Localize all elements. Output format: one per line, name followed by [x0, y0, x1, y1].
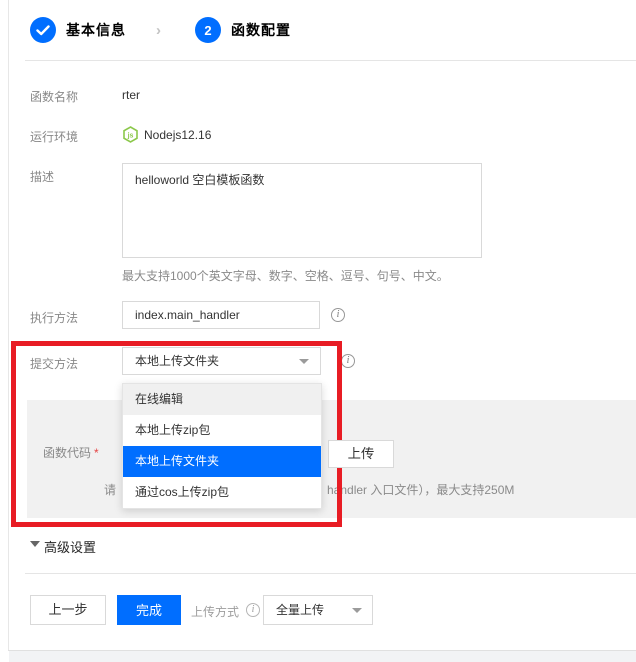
submit-method-info-icon[interactable]: i	[341, 354, 355, 368]
description-label: 描述	[30, 168, 54, 185]
step2-number-circle: 2	[195, 17, 221, 43]
required-asterisk: *	[94, 446, 99, 460]
step1-label: 基本信息	[66, 20, 126, 40]
chevron-down-icon	[299, 359, 309, 364]
runtime-value: Nodejs12.16	[144, 128, 211, 142]
panel-left-border	[8, 0, 9, 651]
function-config-page: 基本信息 › 2 函数配置 函数名称 rter 运行环境 js Nodejs12…	[0, 0, 636, 662]
function-name-value: rter	[122, 88, 140, 102]
handler-input[interactable]: index.main_handler	[122, 301, 320, 329]
header-divider	[25, 60, 636, 61]
code-hint-right-fragment: handler 入口文件），最大支持250M	[327, 481, 514, 498]
dropdown-option-online-edit[interactable]: 在线编辑	[123, 384, 321, 415]
submit-method-label: 提交方法	[30, 355, 78, 372]
function-name-label: 函数名称	[30, 88, 78, 105]
description-textarea[interactable]: helloworld 空白模板函数	[122, 163, 482, 258]
upload-mode-label: 上传方式	[191, 603, 239, 620]
step2-number: 2	[204, 23, 211, 38]
step2-label: 函数配置	[231, 20, 291, 40]
wizard-stepper: 基本信息 › 2 函数配置	[30, 16, 291, 44]
finish-button[interactable]: 完成	[117, 595, 181, 625]
dropdown-option-local-folder[interactable]: 本地上传文件夹	[123, 446, 321, 477]
step1-check-circle	[30, 17, 56, 43]
handler-label: 执行方法	[30, 309, 78, 326]
submit-method-select[interactable]: 本地上传文件夹	[122, 347, 321, 375]
advanced-settings-toggle[interactable]: 高级设置	[44, 537, 96, 556]
runtime-label: 运行环境	[30, 128, 78, 145]
submit-method-selected-value: 本地上传文件夹	[135, 354, 219, 368]
upload-mode-value: 全量上传	[276, 596, 324, 624]
upload-mode-info-icon[interactable]: i	[246, 603, 260, 617]
dropdown-option-local-zip[interactable]: 本地上传zip包	[123, 415, 321, 446]
description-hint: 最大支持1000个英文字母、数字、空格、逗号、句号、中文。	[122, 267, 449, 284]
code-hint-left-fragment: 请	[104, 481, 116, 498]
handler-info-icon[interactable]: i	[331, 308, 345, 322]
page-bottom-strip	[9, 651, 636, 662]
chevron-down-icon	[352, 608, 362, 613]
footer-divider	[25, 573, 636, 574]
upload-mode-select[interactable]: 全量上传	[263, 595, 373, 625]
upload-button[interactable]: 上传	[328, 440, 394, 468]
nodejs-icon: js	[122, 126, 139, 143]
svg-text:js: js	[127, 133, 134, 140]
dropdown-option-cos-zip[interactable]: 通过cos上传zip包	[123, 477, 321, 508]
check-icon	[36, 25, 50, 36]
step-separator-chevron-icon: ›	[156, 22, 161, 39]
previous-step-button[interactable]: 上一步	[30, 595, 106, 625]
submit-method-dropdown: 在线编辑 本地上传zip包 本地上传文件夹 通过cos上传zip包	[122, 383, 322, 509]
function-code-label: 函数代码*	[43, 444, 99, 461]
triangle-down-icon	[30, 541, 40, 547]
